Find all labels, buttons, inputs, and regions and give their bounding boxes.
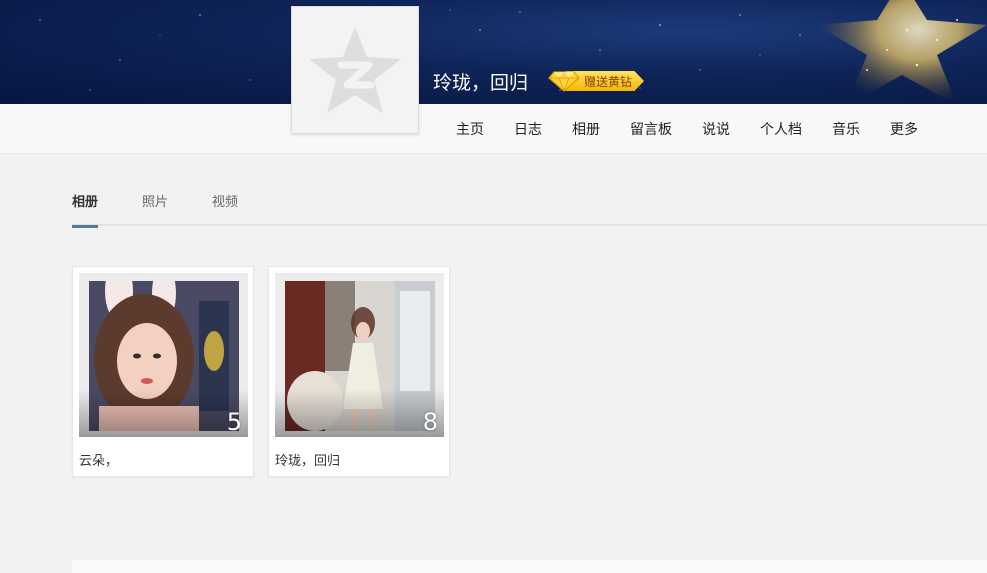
nav-guestbook[interactable]: 留言板 <box>615 119 687 139</box>
nav-music[interactable]: 音乐 <box>817 119 875 139</box>
album-title[interactable]: 玲珑，回归 <box>275 450 340 469</box>
cover-shade <box>275 389 444 437</box>
tab-videos[interactable]: 视频 <box>212 191 238 226</box>
nav-profile[interactable]: 个人档 <box>745 119 817 139</box>
tab-photos[interactable]: 照片 <box>142 191 168 226</box>
bottom-panel <box>72 560 987 573</box>
nav-album[interactable]: 相册 <box>557 119 615 139</box>
album-cover: 5 <box>79 273 248 437</box>
album-photo-count: 5 <box>226 408 242 436</box>
album-card[interactable]: 5 云朵， <box>72 266 254 477</box>
album-card[interactable]: 8 玲珑，回归 <box>268 266 450 477</box>
nav-blog[interactable]: 日志 <box>499 119 557 139</box>
nav-menu: 主页 日志 相册 留言板 说说 个人档 音乐 更多 <box>441 104 933 154</box>
gift-vip-label: 赠送黄钻 <box>584 75 633 89</box>
nav-home[interactable]: 主页 <box>441 119 499 139</box>
album-cover: 8 <box>275 273 444 437</box>
gift-vip-button[interactable]: 赠送黄钻 <box>548 70 645 92</box>
avatar[interactable] <box>291 6 419 134</box>
qzone-star-icon <box>309 27 401 113</box>
tab-albums[interactable]: 相册 <box>72 191 99 228</box>
nav-shuoshuo[interactable]: 说说 <box>687 119 745 139</box>
album-photo-count: 8 <box>422 408 438 436</box>
golden-star-decoration <box>817 0 987 104</box>
nav-more[interactable]: 更多 <box>875 119 933 139</box>
profile-navbar: 主页 日志 相册 留言板 说说 个人档 音乐 更多 <box>0 104 987 154</box>
diamond-icon <box>548 71 580 92</box>
album-title[interactable]: 云朵， <box>79 450 118 469</box>
cover-shade <box>79 389 248 437</box>
album-tabs: 相册 照片 视频 <box>72 185 987 228</box>
profile-name: 玲珑，回归 <box>433 72 529 94</box>
